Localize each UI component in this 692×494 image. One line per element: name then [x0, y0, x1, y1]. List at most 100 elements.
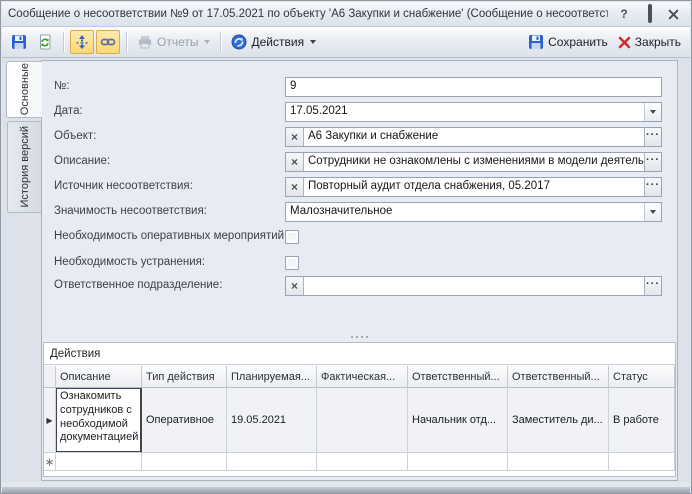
field-row-number: №: 9 — [42, 77, 677, 97]
actions-button[interactable]: Действия — [227, 30, 320, 54]
field-row-operative-need: Необходимость оперативных мероприятий: — [42, 227, 677, 247]
object-lookup[interactable]: × А6 Закупки и снабжение ··· — [285, 127, 662, 147]
cell-actual-date[interactable] — [317, 388, 408, 453]
object-label: Объект: — [54, 130, 96, 142]
source-browse-button[interactable]: ··· — [644, 178, 661, 196]
toolbar: Отчеты Действия — [2, 27, 690, 58]
splitter-handle[interactable] — [42, 334, 677, 340]
save-icon — [528, 34, 544, 50]
column-header-description[interactable]: Описание — [56, 366, 142, 388]
responsible-unit-value — [304, 277, 644, 295]
number-label: №: — [54, 80, 70, 92]
splitter-dot — [351, 336, 353, 338]
refresh-object-button[interactable] — [33, 30, 57, 54]
cell-responsible-1[interactable]: Начальник отд... — [408, 388, 508, 453]
new-row-cell[interactable] — [227, 453, 317, 471]
maximize-button[interactable] — [642, 7, 658, 21]
close-window-button[interactable] — [668, 9, 684, 20]
tab-istoriya-versiy[interactable]: История версий — [7, 121, 41, 213]
tab-label: История версий — [19, 120, 31, 213]
splitter-dot — [361, 336, 363, 338]
grid-corner-cell — [44, 366, 56, 388]
column-header-actual-date[interactable]: Фактическая... — [317, 366, 408, 388]
date-input[interactable]: 17.05.2021 — [285, 102, 662, 122]
close-label: Закрыть — [635, 35, 681, 49]
date-dropdown-button[interactable] — [644, 103, 661, 121]
column-header-planned-date[interactable]: Планируемая... — [227, 366, 317, 388]
save-button[interactable] — [7, 30, 31, 54]
field-row-source: Источник несоответствия: × Повторный ауд… — [42, 177, 677, 197]
toolbar-separator — [126, 32, 127, 52]
dialog-window: Сообщение о несоответствии №9 от 17.05.2… — [0, 0, 692, 494]
tab-label: Основные — [19, 57, 31, 121]
window-title: Сообщение о несоответствии №9 от 17.05.2… — [8, 8, 608, 20]
cell-responsible-2[interactable]: Заместитель ди... — [508, 388, 609, 453]
responsible-unit-clear-button[interactable]: × — [286, 277, 304, 295]
source-clear-button[interactable]: × — [286, 178, 304, 196]
new-row-cell[interactable] — [408, 453, 508, 471]
cell-status[interactable]: В работе — [609, 388, 675, 453]
source-label: Источник несоответствия: — [54, 180, 193, 192]
responsible-unit-label: Ответственное подразделение: — [54, 279, 222, 291]
object-browse-button[interactable]: ··· — [644, 128, 661, 146]
split-arrows-icon — [74, 34, 90, 50]
cell-planned-date[interactable]: 19.05.2021 — [227, 388, 317, 453]
elimination-need-checkbox[interactable] — [285, 256, 299, 270]
number-input[interactable]: 9 — [285, 77, 662, 97]
close-x-icon — [618, 36, 631, 49]
cell-description[interactable]: Ознакомить сотрудников с необходимой док… — [56, 388, 142, 453]
new-row-cell[interactable] — [508, 453, 609, 471]
chain-link-icon — [100, 34, 116, 50]
actions-panel-title: Действия — [44, 343, 675, 365]
close-button[interactable]: Закрыть — [614, 30, 685, 54]
description-label: Описание: — [54, 155, 110, 167]
row-selector[interactable]: ▶ — [44, 388, 56, 453]
cell-action-type[interactable]: Оперативное — [142, 388, 227, 453]
new-row-icon: ∗ — [44, 458, 54, 466]
reports-button: Отчеты — [133, 30, 214, 54]
significance-value: Малозначительное — [286, 203, 644, 221]
date-label: Дата: — [54, 105, 83, 117]
new-row-cell[interactable] — [142, 453, 227, 471]
column-header-status[interactable]: Статус — [609, 366, 675, 388]
autosize-splitter-toggle[interactable] — [70, 30, 94, 54]
save-icon — [11, 34, 27, 50]
actions-icon — [231, 34, 247, 50]
link-toggle[interactable] — [96, 30, 120, 54]
description-value: Сотрудники не ознакомлены с изменениями … — [304, 153, 644, 171]
object-clear-button[interactable]: × — [286, 128, 304, 146]
refresh-document-icon — [37, 34, 53, 50]
new-row-selector[interactable]: ∗ — [44, 453, 56, 471]
new-row-cell[interactable] — [609, 453, 675, 471]
chevron-down-icon — [650, 110, 656, 114]
field-row-elimination-need: Необходимость устранения: — [42, 253, 677, 273]
description-lookup[interactable]: × Сотрудники не ознакомлены с изменениям… — [285, 152, 662, 172]
new-row-cell[interactable] — [317, 453, 408, 471]
column-header-responsible-2[interactable]: Ответственный... — [508, 366, 609, 388]
field-row-significance: Значимость несоответствия: Малозначитель… — [42, 202, 677, 222]
column-header-action-type[interactable]: Тип действия — [142, 366, 227, 388]
close-icon — [668, 9, 679, 20]
main-area: Основные История версий №: 9 Дата: 17.05… — [2, 58, 690, 482]
source-lookup[interactable]: × Повторный аудит отдела снабжения, 05.2… — [285, 177, 662, 197]
tab-osnovnye[interactable]: Основные — [6, 61, 42, 118]
number-value: 9 — [286, 78, 661, 96]
description-browse-button[interactable]: ··· — [644, 153, 661, 171]
save-label: Сохранить — [548, 35, 608, 49]
field-row-date: Дата: 17.05.2021 — [42, 102, 677, 122]
window-resize-edge[interactable] — [2, 483, 690, 493]
operative-need-checkbox[interactable] — [285, 230, 299, 244]
column-header-responsible-1[interactable]: Ответственный... — [408, 366, 508, 388]
toolbar-separator — [63, 32, 64, 52]
actions-dropdown-icon — [310, 40, 316, 44]
new-row-cell[interactable] — [56, 453, 142, 471]
chevron-down-icon — [650, 210, 656, 214]
save-and-stay-button[interactable]: Сохранить — [524, 30, 612, 54]
description-clear-button[interactable]: × — [286, 153, 304, 171]
responsible-unit-lookup[interactable]: × ··· — [285, 276, 662, 296]
help-button[interactable]: ? — [616, 7, 632, 21]
actions-label: Действия — [251, 35, 304, 49]
responsible-unit-browse-button[interactable]: ··· — [644, 277, 661, 295]
significance-dropdown-button[interactable] — [644, 203, 661, 221]
significance-combobox[interactable]: Малозначительное — [285, 202, 662, 222]
